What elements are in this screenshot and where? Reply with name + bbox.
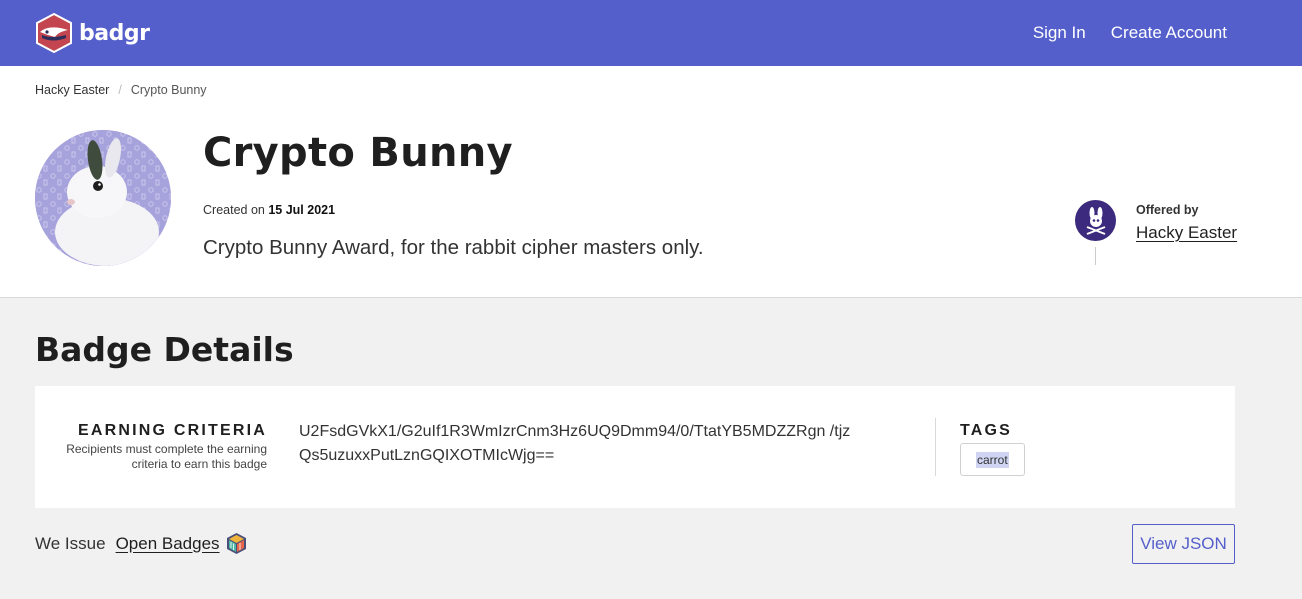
badgr-logo-icon [36, 13, 72, 53]
offered-by-label: Offered by [1136, 203, 1199, 217]
badge-hero: Hacky Easter / Crypto Bunny Crypto Bunny [0, 66, 1302, 298]
tags-title: TAGS [960, 422, 1013, 439]
issuer-info: Offered by Hacky Easter [1136, 203, 1237, 243]
breadcrumb-issuer-link[interactable]: Hacky Easter [35, 83, 109, 97]
open-badges-icon [226, 533, 246, 554]
badge-description: Crypto Bunny Award, for the rabbit ciphe… [203, 236, 704, 259]
breadcrumb: Hacky Easter / Crypto Bunny [35, 83, 207, 97]
bunny-image-icon [35, 130, 171, 266]
created-label: Created on [203, 203, 265, 217]
we-issue-text: We Issue [35, 533, 106, 553]
header-nav: Sign In Create Account [1033, 0, 1227, 66]
issuer-avatar[interactable] [1075, 200, 1116, 241]
top-navbar: badgr Sign In Create Account [0, 0, 1302, 66]
bunny-skull-icon [1086, 206, 1105, 235]
create-account-link[interactable]: Create Account [1111, 23, 1227, 43]
earning-criteria-text: U2FsdGVkX1/G2uIf1R3WmIzrCnm3Hz6UQ9Dmm94/… [299, 423, 851, 464]
tag-chip[interactable]: carrot [960, 443, 1025, 476]
issuer-name-link[interactable]: Hacky Easter [1136, 223, 1237, 243]
issuer-connector-line [1095, 247, 1096, 265]
badge-title: Crypto Bunny [203, 130, 513, 176]
open-badges-link[interactable]: Open Badges [116, 534, 220, 554]
badge-details-heading: Badge Details [35, 330, 294, 369]
earning-criteria-title: EARNING CRITERIA [78, 422, 267, 439]
sign-in-link[interactable]: Sign In [1033, 23, 1086, 43]
badge-image [35, 130, 171, 266]
badge-created-date: Created on 15 Jul 2021 [203, 203, 335, 217]
breadcrumb-current: Crypto Bunny [130, 83, 207, 97]
tag-label: carrot [976, 451, 1009, 468]
logo-text: badgr [79, 20, 150, 46]
badge-details-card: EARNING CRITERIA Recipients must complet… [35, 386, 1235, 508]
view-json-button[interactable]: View JSON [1132, 524, 1235, 564]
earning-criteria-subtitle: Recipients must complete the earning cri… [66, 442, 267, 471]
earning-criteria-header: EARNING CRITERIA Recipients must complet… [37, 422, 267, 472]
badgr-logo[interactable]: badgr [35, 13, 150, 53]
breadcrumb-separator: / [118, 83, 122, 97]
created-date-value: 15 Jul 2021 [268, 203, 336, 217]
issuer-block: Offered by Hacky Easter [1075, 200, 1237, 265]
card-divider [935, 418, 936, 476]
open-badges-footer: We Issue Open Badges [35, 532, 248, 555]
